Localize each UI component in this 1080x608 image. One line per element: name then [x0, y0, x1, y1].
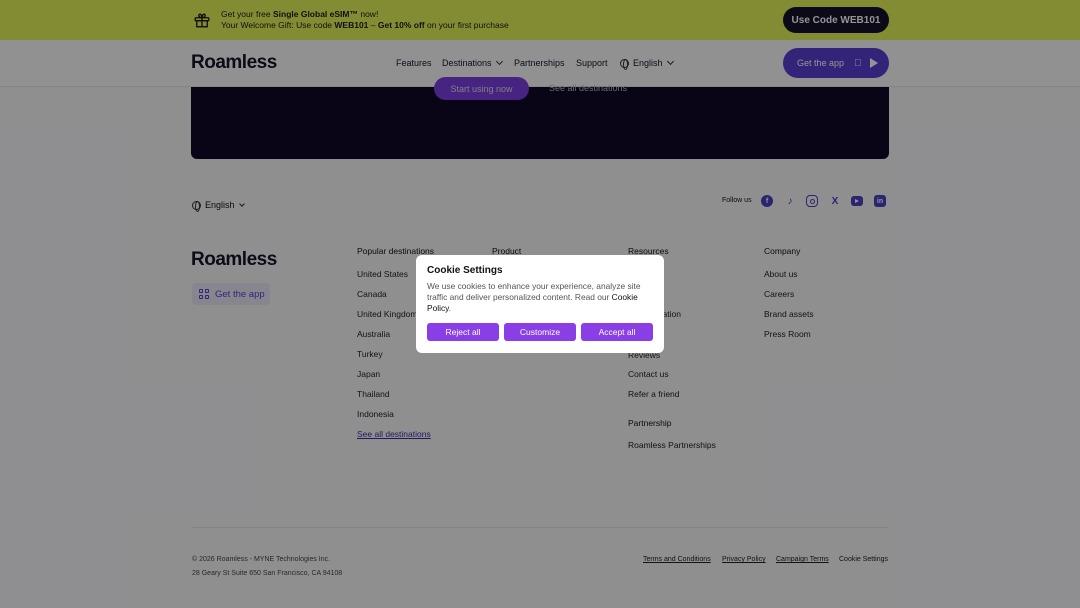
- reject-all-button[interactable]: Reject all: [427, 323, 499, 341]
- customize-button[interactable]: Customize: [504, 323, 576, 341]
- cookie-dialog: Cookie Settings We use cookies to enhanc…: [416, 255, 664, 353]
- cookie-body-end: .: [448, 303, 452, 313]
- page: Get your free Single Global eSIM™ now! Y…: [0, 0, 1080, 608]
- cookie-body: We use cookies to enhance your experienc…: [427, 281, 655, 314]
- cookie-body-text: We use cookies to enhance your experienc…: [427, 281, 641, 302]
- cookie-title: Cookie Settings: [427, 265, 503, 276]
- accept-all-button[interactable]: Accept all: [581, 323, 653, 341]
- cookie-buttons: Reject all Customize Accept all: [427, 323, 658, 341]
